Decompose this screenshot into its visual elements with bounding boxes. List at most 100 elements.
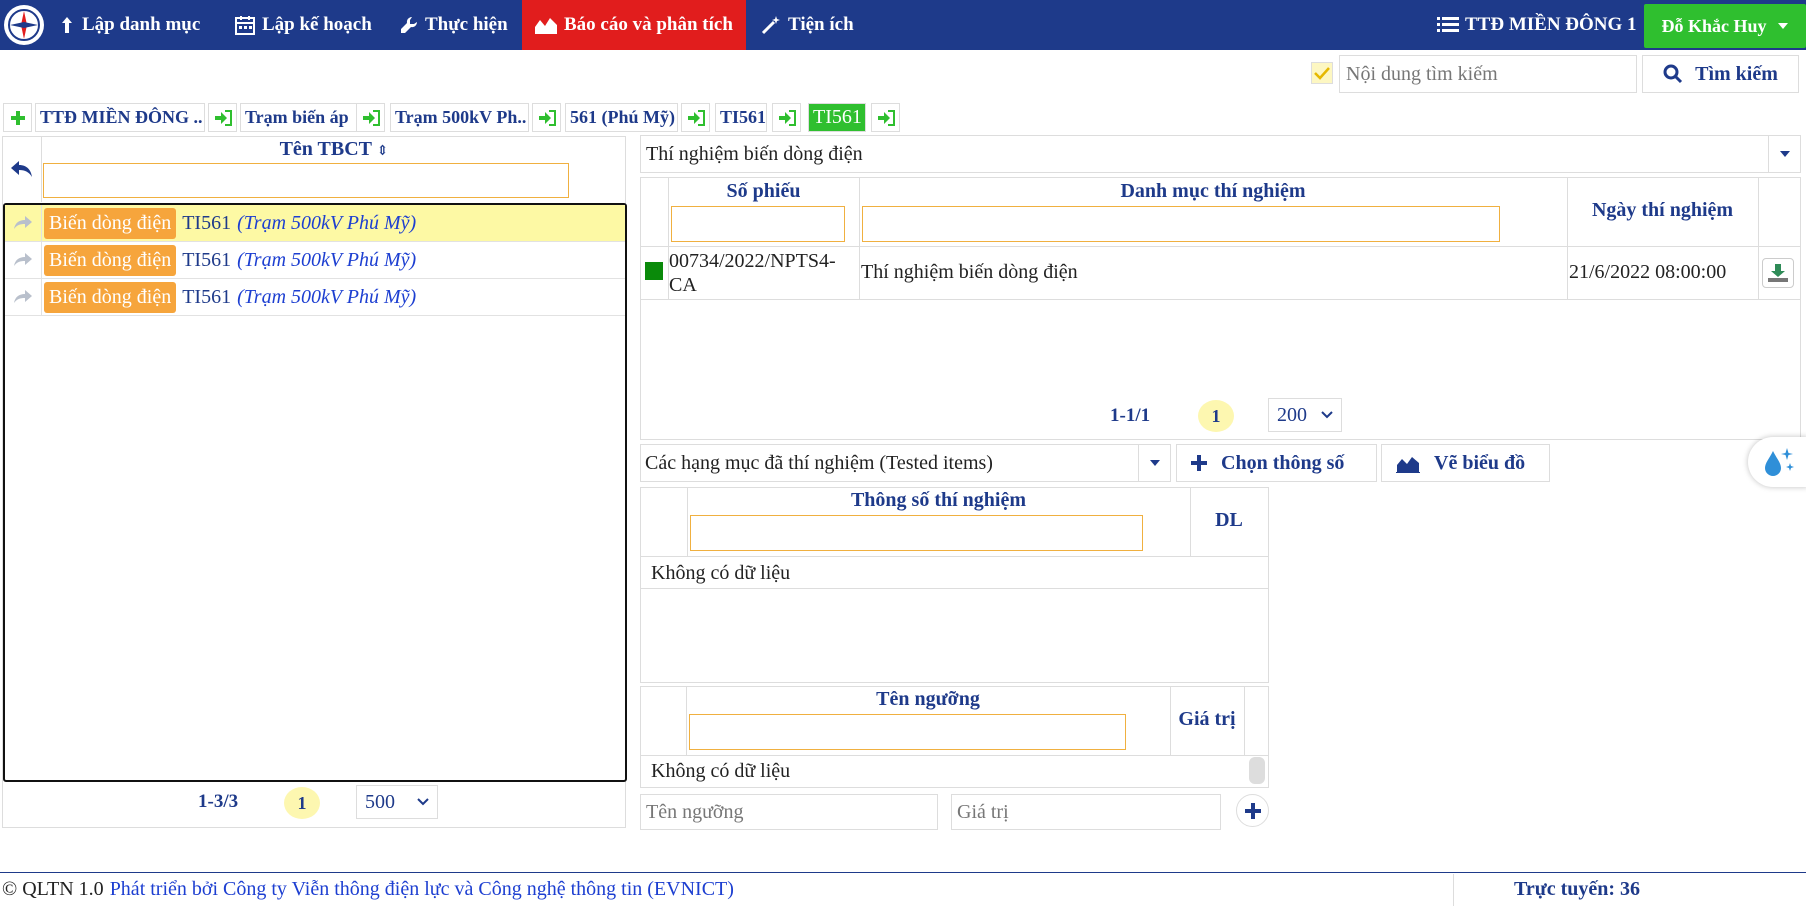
so-phieu-line: 00734/2022/NPTS4- bbox=[669, 250, 836, 272]
type-badge: Biến dòng điện bbox=[44, 281, 177, 313]
chevron-down-icon bbox=[417, 798, 429, 806]
wrench-icon bbox=[401, 16, 418, 33]
breadcrumb-label: Trạm 500kV Ph.. bbox=[395, 107, 527, 127]
evn-logo-icon[interactable] bbox=[4, 5, 44, 45]
user-menu-button[interactable]: Đỗ Khắc Huy bbox=[1644, 4, 1806, 48]
choose-params-button[interactable]: Chọn thông số bbox=[1176, 444, 1377, 482]
column-header-ten-nguong[interactable]: Tên ngưỡng bbox=[686, 688, 1170, 711]
station-name: (Trạm 500kV Phú Mỹ) bbox=[237, 248, 417, 271]
caret-down-icon bbox=[1777, 23, 1788, 29]
download-button[interactable] bbox=[1762, 258, 1794, 288]
ten-tbct-filter-input[interactable] bbox=[43, 163, 569, 198]
search-input[interactable] bbox=[1339, 55, 1637, 93]
water-drop-sparkle-icon bbox=[1765, 448, 1794, 476]
tested-items-select[interactable]: Các hạng mục đã thí nghiệm (Tested items… bbox=[640, 444, 1171, 482]
unit-selector[interactable]: TTĐ MIỀN ĐÔNG 1 bbox=[1437, 0, 1637, 50]
column-header-gia-tri[interactable]: Giá trị bbox=[1170, 708, 1244, 731]
breadcrumb-label: Trạm biến áp bbox=[245, 107, 349, 127]
danh-muc-filter-input[interactable] bbox=[862, 206, 1500, 242]
menu-tien-ich[interactable]: Tiện ích bbox=[760, 0, 854, 50]
caret-down-icon[interactable] bbox=[1138, 444, 1171, 482]
choose-params-label: Chọn thông số bbox=[1221, 451, 1345, 474]
column-header-ngay[interactable]: Ngày thí nghiệm bbox=[1567, 199, 1758, 222]
table-divider bbox=[641, 556, 1268, 557]
table-divider bbox=[640, 299, 1801, 300]
left-page-size-select[interactable]: 500 bbox=[356, 785, 438, 819]
table-divider bbox=[641, 588, 1268, 589]
plus-icon bbox=[10, 110, 25, 125]
menu-label: Lập kế hoạch bbox=[262, 14, 372, 35]
left-pager-page-button[interactable]: 1 bbox=[284, 787, 320, 819]
search-button[interactable]: Tìm kiếm bbox=[1642, 55, 1799, 93]
draw-chart-label: Vẽ biểu đồ bbox=[1434, 451, 1526, 474]
search-checkbox[interactable] bbox=[1311, 62, 1333, 84]
breadcrumb-item[interactable]: Trạm biến áp bbox=[240, 103, 357, 132]
breadcrumb-label: 561 (Phú Mỹ) bbox=[570, 107, 675, 127]
menu-lap-ke-hoach[interactable]: Lập kế hoạch bbox=[234, 0, 372, 50]
breadcrumb-label: TI561 bbox=[813, 106, 862, 128]
share-arrow-icon bbox=[5, 204, 42, 242]
so-phieu-filter-input[interactable] bbox=[671, 206, 845, 242]
breadcrumb-item[interactable]: TTĐ MIỀN ĐÔNG .. bbox=[35, 103, 205, 132]
left-pager-count: 1-3/3 bbox=[198, 791, 239, 812]
list-item[interactable]: Biến dòng điện TI561 (Trạm 500kV Phú Mỹ) bbox=[5, 204, 625, 242]
breadcrumb-item[interactable]: TI561 bbox=[715, 103, 767, 132]
unit-label: TTĐ MIỀN ĐÔNG 1 bbox=[1465, 14, 1637, 35]
column-header-so-phieu[interactable]: Số phiếu bbox=[668, 180, 859, 203]
menu-label: Thực hiện bbox=[425, 14, 508, 35]
type-badge: Biến dòng điện bbox=[44, 207, 177, 239]
test-type-select[interactable]: Thí nghiệm biến dòng điện bbox=[640, 135, 1801, 173]
breadcrumb-go-icon[interactable] bbox=[208, 103, 237, 132]
so-phieu-cell[interactable]: 00734/2022/NPTS4- CA bbox=[669, 249, 857, 297]
menu-label: Báo cáo và phân tích bbox=[564, 14, 733, 35]
breadcrumb-add-button[interactable] bbox=[3, 103, 32, 132]
status-square-icon bbox=[645, 262, 663, 280]
breadcrumb-go-icon[interactable] bbox=[681, 103, 710, 132]
column-header-thong-so[interactable]: Thông số thí nghiệm bbox=[687, 489, 1190, 512]
ngay-cell: 21/6/2022 08:00:00 bbox=[1569, 261, 1727, 283]
back-button[interactable] bbox=[2, 136, 42, 202]
list-item[interactable]: Biến dòng điện TI561 (Trạm 500kV Phú Mỹ) bbox=[5, 278, 625, 316]
breadcrumb-go-icon[interactable] bbox=[871, 103, 900, 132]
breadcrumb-item[interactable]: Trạm 500kV Ph.. bbox=[390, 103, 529, 132]
breadcrumb-item-active[interactable]: TI561 bbox=[808, 103, 866, 132]
equipment-name: TI561 bbox=[182, 211, 232, 234]
theme-side-button[interactable] bbox=[1748, 437, 1806, 487]
params-filter-input[interactable] bbox=[690, 515, 1143, 551]
footer-developer-link[interactable]: Phát triển bởi Công ty Viễn thông điện l… bbox=[110, 878, 734, 901]
tested-items-value: Các hạng mục đã thí nghiệm (Tested items… bbox=[645, 451, 993, 474]
threshold-name-filter-input[interactable] bbox=[689, 714, 1126, 750]
table-divider bbox=[1567, 177, 1568, 299]
column-header-danh-muc[interactable]: Danh mục thí nghiệm bbox=[859, 180, 1567, 203]
threshold-value-input[interactable] bbox=[951, 794, 1221, 830]
breadcrumb-go-icon[interactable] bbox=[532, 103, 561, 132]
page-size-value: 200 bbox=[1277, 403, 1307, 426]
breadcrumb-go-icon[interactable] bbox=[356, 103, 385, 132]
add-threshold-button[interactable] bbox=[1236, 794, 1269, 827]
user-label: Đỗ Khắc Huy bbox=[1661, 15, 1767, 36]
footer-copyright: © QLTN 1.0 bbox=[2, 878, 104, 900]
threshold-name-input[interactable] bbox=[640, 794, 938, 830]
list-item[interactable]: Biến dòng điện TI561 (Trạm 500kV Phú Mỹ) bbox=[5, 241, 625, 279]
tests-page-size-select[interactable]: 200 bbox=[1268, 398, 1342, 432]
column-header-ten-tbct[interactable]: Tên TBCT ⇕ bbox=[42, 136, 626, 165]
breadcrumb-item[interactable]: 561 (Phú Mỹ) bbox=[565, 103, 678, 132]
type-badge: Biến dòng điện bbox=[44, 244, 177, 276]
menu-thuc-hien[interactable]: Thực hiện bbox=[399, 0, 508, 50]
list-icon bbox=[1437, 17, 1459, 32]
menu-bao-cao-phan-tich[interactable]: Báo cáo và phân tích bbox=[522, 0, 746, 50]
scrollbar-thumb[interactable] bbox=[1249, 757, 1265, 784]
draw-chart-button[interactable]: Vẽ biểu đồ bbox=[1381, 444, 1550, 482]
caret-down-icon[interactable] bbox=[1768, 136, 1800, 172]
menu-lap-danh-muc[interactable]: Lập danh mục bbox=[58, 0, 200, 50]
column-header-dl[interactable]: DL bbox=[1190, 509, 1268, 532]
check-icon bbox=[1314, 67, 1330, 80]
magic-wand-icon bbox=[761, 16, 780, 35]
table-divider bbox=[1244, 687, 1245, 755]
plus-icon bbox=[1244, 802, 1261, 819]
chevron-down-icon bbox=[1321, 411, 1333, 419]
tests-pager-page-button[interactable]: 1 bbox=[1198, 400, 1234, 432]
breadcrumb-go-icon[interactable] bbox=[772, 103, 801, 132]
share-arrow-icon bbox=[5, 241, 42, 279]
danh-muc-cell: Thí nghiệm biến dòng điện bbox=[861, 261, 1078, 283]
